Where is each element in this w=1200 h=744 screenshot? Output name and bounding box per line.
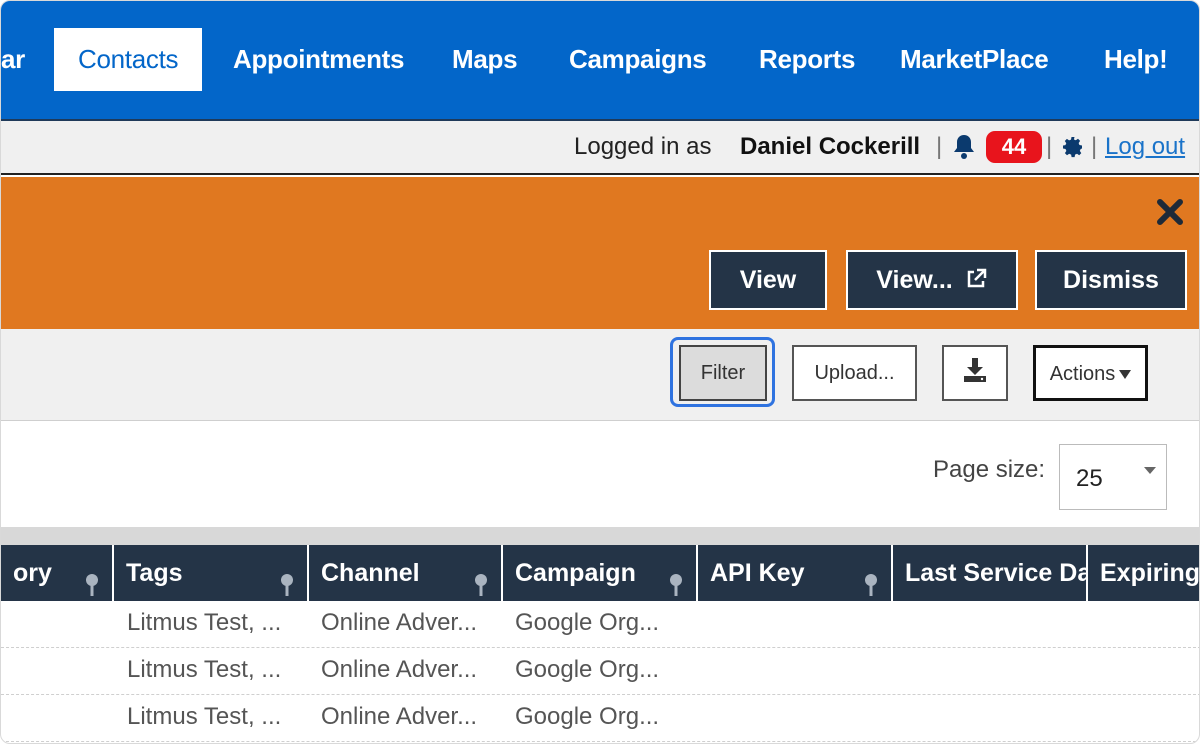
column-label: Channel [321, 559, 420, 587]
column-header-last-service-date[interactable]: Last Service Da [893, 545, 1088, 601]
table-row[interactable]: Litmus Test, ... Online Adver... Google … [1, 648, 1199, 695]
separator: | [1046, 133, 1053, 160]
column-label: Last Service Da [905, 559, 1088, 587]
nav-item-help[interactable]: Help! [1104, 28, 1168, 91]
caret-down-icon [1119, 370, 1132, 379]
column-header-channel[interactable]: Channel [309, 545, 503, 601]
grid-group-panel [1, 527, 1199, 545]
cell-tags: Litmus Test, ... [127, 703, 282, 730]
external-link-icon [964, 255, 988, 288]
user-name: Daniel Cockerill [740, 133, 921, 160]
nav-item-reports[interactable]: Reports [759, 28, 855, 91]
pin-icon[interactable] [279, 561, 295, 596]
nav-item-maps[interactable]: Maps [452, 28, 518, 91]
table-row[interactable]: Litmus Test, ... Online Adver... Google … [1, 601, 1199, 648]
app-window: ar Contacts Appointments Maps Campaigns … [0, 0, 1200, 744]
cell-tags: Litmus Test, ... [127, 656, 282, 683]
table-row[interactable]: Litmus Test, ... Online Adver... Google … [1, 695, 1199, 742]
column-header-campaign[interactable]: Campaign [503, 545, 698, 601]
pin-icon[interactable] [84, 561, 100, 596]
top-nav: ar Contacts Appointments Maps Campaigns … [1, 1, 1199, 121]
upload-button[interactable]: Upload... [792, 345, 917, 401]
download-icon [961, 352, 989, 382]
cell-tags: Litmus Test, ... [127, 609, 282, 636]
nav-item-contacts[interactable]: Contacts [54, 28, 203, 91]
actions-dropdown[interactable]: Actions [1033, 345, 1148, 401]
filter-button[interactable]: Filter [679, 345, 767, 401]
cell-channel: Online Adver... [321, 703, 478, 730]
column-header-category[interactable]: ory [1, 545, 114, 601]
nav-item-calendar[interactable]: ar [1, 28, 25, 91]
dismiss-button[interactable]: Dismiss [1035, 250, 1187, 310]
nav-item-campaigns[interactable]: Campaigns [569, 28, 707, 91]
column-label: ory [13, 559, 52, 587]
notification-banner [1, 177, 1199, 329]
notification-badge[interactable]: 44 [986, 131, 1042, 163]
cell-campaign: Google Org... [515, 656, 660, 683]
view-external-label: View... [876, 266, 953, 294]
actions-label: Actions [1049, 363, 1116, 385]
gear-icon[interactable] [1061, 135, 1085, 159]
column-label: Tags [126, 559, 183, 587]
column-label: Expiring [1100, 559, 1200, 587]
cell-channel: Online Adver... [321, 656, 478, 683]
logout-link[interactable]: Log out [1105, 133, 1185, 161]
page-size-label: Page size: [933, 456, 1046, 483]
column-header-expiring[interactable]: Expiring [1088, 545, 1200, 601]
nav-item-marketplace[interactable]: MarketPlace [900, 28, 1049, 91]
separator: | [936, 133, 943, 160]
view-button[interactable]: View [709, 250, 827, 310]
separator: | [1091, 133, 1098, 160]
page-size-select[interactable]: 25 [1059, 444, 1167, 510]
chevron-down-icon [1144, 467, 1156, 474]
cell-campaign: Google Org... [515, 609, 660, 636]
close-icon[interactable] [1155, 197, 1185, 227]
cell-channel: Online Adver... [321, 609, 478, 636]
view-external-button[interactable]: View... [846, 250, 1018, 310]
column-header-tags[interactable]: Tags [114, 545, 309, 601]
pin-icon[interactable] [473, 561, 489, 596]
pin-icon[interactable] [863, 561, 879, 596]
page-size-value: 25 [1076, 465, 1103, 492]
column-label: Campaign [515, 559, 636, 587]
column-label: API Key [710, 559, 805, 587]
pin-icon[interactable] [668, 561, 684, 596]
column-header-api-key[interactable]: API Key [698, 545, 893, 601]
logged-in-label: Logged in as [574, 133, 712, 160]
grid-toolbar [1, 329, 1199, 421]
nav-item-appointments[interactable]: Appointments [233, 28, 404, 91]
download-button[interactable] [942, 345, 1008, 401]
bell-icon[interactable] [952, 133, 976, 161]
cell-campaign: Google Org... [515, 703, 660, 730]
